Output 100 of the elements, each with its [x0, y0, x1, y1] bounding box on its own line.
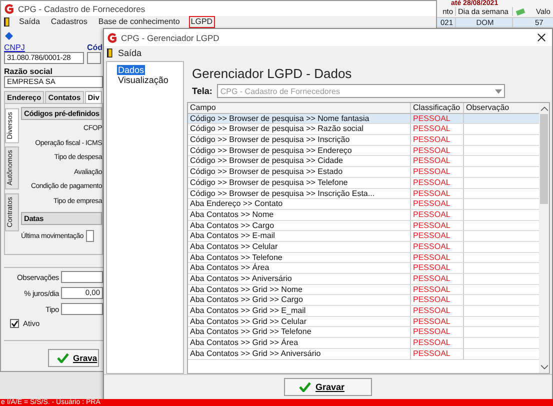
- table-cell: PESSOAL: [411, 306, 464, 316]
- table-row[interactable]: Código >> Browser de pesquisa >> Estado PESSOAL: [188, 167, 539, 178]
- table-row[interactable]: Aba Contatos >> E-mail PESSOAL: [188, 231, 539, 242]
- menu-item[interactable]: Saída: [17, 16, 42, 28]
- scroll-down-icon[interactable]: [540, 365, 548, 370]
- exit-door-icon[interactable]: [4, 17, 10, 27]
- table-cell: Código >> Browser de pesquisa >> Inscrição Esta...: [188, 188, 411, 198]
- table-row[interactable]: Aba Contatos >> Grid >> Cargo PESSOAL: [188, 295, 539, 306]
- table-cell: PESSOAL: [411, 284, 464, 294]
- check-icon: [299, 382, 312, 392]
- date-field[interactable]: [86, 230, 94, 242]
- table-cell: Aba Contatos >> Grid >> Nome: [188, 284, 411, 294]
- menu-item[interactable]: Saída: [116, 46, 144, 58]
- table-row[interactable]: Aba Contatos >> Cargo PESSOAL: [188, 220, 539, 232]
- table-row[interactable]: Aba Contatos >> Telefone PESSOAL: [188, 252, 539, 264]
- table-row[interactable]: Aba Contatos >> Grid >> Nome PESSOAL: [188, 284, 539, 296]
- table-cell: PESSOAL: [411, 210, 464, 220]
- save-button[interactable]: Gravar: [284, 378, 372, 396]
- table-cell: PESSOAL: [411, 220, 464, 230]
- table-cell: PESSOAL: [411, 124, 464, 134]
- table-cell: Aba Contatos >> Celular: [188, 242, 411, 252]
- table-row[interactable]: Código >> Browser de pesquisa >> Endereço PESSOAL: [188, 146, 539, 156]
- table-row[interactable]: Código >> Browser de pesquisa >> Nome fantasia PESSOAL: [188, 114, 539, 124]
- table-cell: Aba Contatos >> Grid >> Celular: [188, 316, 411, 326]
- table-cell: Código >> Browser de pesquisa >> Telefone: [188, 178, 411, 188]
- table-row[interactable]: Aba Contatos >> Celular PESSOAL: [188, 242, 539, 253]
- dropdown-arrow-icon: [495, 88, 502, 94]
- table-row[interactable]: Código >> Browser de pesquisa >> Inscrição Esta... PESSOAL: [188, 188, 539, 200]
- save-button[interactable]: Grava: [48, 349, 100, 367]
- menu-item[interactable]: LGPD: [188, 16, 215, 28]
- table-cell: PESSOAL: [411, 348, 464, 358]
- table-cell: PESSOAL: [411, 135, 464, 145]
- app-logo-icon: [4, 4, 14, 14]
- table-cell: PESSOAL: [411, 146, 464, 156]
- close-icon[interactable]: [537, 33, 546, 42]
- column-header: Observação: [465, 103, 510, 113]
- code-field[interactable]: [87, 52, 101, 64]
- table-cell: PESSOAL: [411, 274, 464, 284]
- nav-item[interactable]: Dados: [117, 65, 146, 75]
- active-checkbox[interactable]: [10, 319, 19, 328]
- table-cell: PESSOAL: [411, 167, 464, 177]
- column-header: Classificação: [411, 103, 464, 113]
- table-row[interactable]: Aba Contatos >> Área PESSOAL: [188, 263, 539, 274]
- app-logo-icon: [107, 32, 117, 42]
- table-cell: Aba Contatos >> Cargo: [188, 220, 411, 230]
- table-cell: PESSOAL: [411, 178, 464, 188]
- table-row[interactable]: Código >> Browser de pesquisa >> Cidade PESSOAL: [188, 156, 539, 168]
- table-cell: Aba Contatos >> Área: [188, 263, 411, 273]
- table-cell: PESSOAL: [411, 263, 464, 273]
- table-cell: PESSOAL: [411, 188, 464, 198]
- table-row[interactable]: Aba Contatos >> Grid >> Telefone PESSOAL: [188, 327, 539, 338]
- diamond-icon: [5, 32, 13, 40]
- table-row[interactable]: Código >> Browser de pesquisa >> Inscrição PESSOAL: [188, 135, 539, 146]
- page-heading: Gerenciador LGPD - Dados: [191, 65, 353, 83]
- table-cell: Aba Contatos >> Grid >> E_mail: [188, 306, 411, 316]
- check-icon: [57, 353, 69, 363]
- table-cell: Aba Contatos >> Grid >> Aniversário: [188, 348, 411, 358]
- table-cell: Aba Contatos >> Nome: [188, 210, 411, 220]
- exit-door-icon[interactable]: [107, 48, 113, 58]
- table-cell: PESSOAL: [411, 338, 464, 348]
- field-label: Razão social: [4, 67, 54, 76]
- table-cell: Aba Endereço >> Contato: [188, 199, 411, 209]
- table-cell: PESSOAL: [411, 295, 464, 306]
- table-cell: PESSOAL: [411, 252, 464, 262]
- scrollbar[interactable]: [539, 103, 549, 373]
- window-title: CPG - Cadastro de Fornecedores: [18, 4, 146, 14]
- table-row[interactable]: Aba Contatos >> Grid >> Área PESSOAL: [188, 338, 539, 349]
- table-cell: Aba Contatos >> E-mail: [188, 231, 411, 241]
- table-cell: PESSOAL: [411, 156, 464, 166]
- field-label: Cód: [87, 43, 103, 52]
- table-row[interactable]: Código >> Browser de pesquisa >> Razão social PESSOAL: [188, 124, 539, 136]
- table-row[interactable]: Aba Contatos >> Grid >> Celular PESSOAL: [188, 316, 539, 328]
- table-cell: Código >> Browser de pesquisa >> Cidade: [188, 156, 411, 166]
- table-row[interactable]: Aba Contatos >> Grid >> E_mail PESSOAL: [188, 306, 539, 317]
- table-cell: Aba Contatos >> Telefone: [188, 252, 411, 262]
- table-cell: Aba Contatos >> Grid >> Área: [188, 338, 411, 348]
- scroll-up-icon[interactable]: [540, 106, 548, 111]
- table-row[interactable]: Aba Endereço >> Contato PESSOAL: [188, 199, 539, 210]
- table-cell: Aba Contatos >> Aniversário: [188, 274, 411, 284]
- table-row[interactable]: Aba Contatos >> Aniversário PESSOAL: [188, 274, 539, 285]
- table-cell: Código >> Browser de pesquisa >> Razão social: [188, 124, 411, 134]
- cnpj-link[interactable]: CNPJ: [4, 43, 84, 52]
- field-label: Tela:: [192, 86, 212, 96]
- menu-item[interactable]: Base de conhecimento: [96, 16, 182, 28]
- table-row[interactable]: Aba Contatos >> Grid >> Aniversário PESSOAL: [188, 348, 539, 360]
- table-row[interactable]: Aba Contatos >> Nome PESSOAL: [188, 210, 539, 221]
- column-header: Campo: [188, 103, 411, 113]
- table-cell: Aba Contatos >> Grid >> Cargo: [188, 295, 411, 306]
- nav-item[interactable]: Visualização: [117, 75, 170, 85]
- input-field[interactable]: [61, 303, 103, 315]
- table-row[interactable]: Código >> Browser de pesquisa >> Telefone PESSOAL: [188, 178, 539, 188]
- table-cell: PESSOAL: [411, 242, 464, 252]
- menu-item[interactable]: Cadastros: [48, 16, 90, 28]
- table-cell: PESSOAL: [411, 316, 464, 326]
- table-cell: Código >> Browser de pesquisa >> Nome fantasia: [188, 114, 411, 124]
- input-field[interactable]: [61, 271, 103, 283]
- table-cell: PESSOAL: [411, 114, 464, 124]
- table-cell: Aba Contatos >> Grid >> Telefone: [188, 327, 411, 338]
- table-cell: PESSOAL: [411, 327, 464, 338]
- table-cell: Código >> Browser de pesquisa >> Endereço: [188, 146, 411, 156]
